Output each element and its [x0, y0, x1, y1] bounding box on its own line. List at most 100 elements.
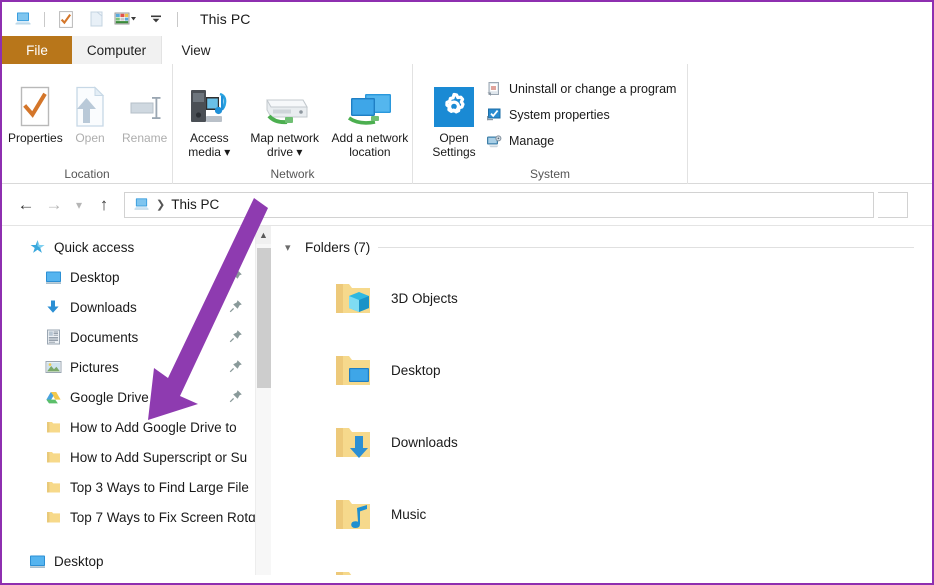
map-network-drive-icon [257, 76, 313, 128]
chevron-down-icon[interactable]: ▾ [285, 241, 297, 254]
folders-grid: 3D Objects Desktop [285, 262, 932, 575]
desktop-icon [44, 268, 62, 286]
ribbon-button-map-network-drive-label2: drive ▾ [267, 146, 302, 160]
forward-arrow-icon[interactable]: → [40, 191, 68, 219]
sidebar-item-label: Documents [70, 330, 138, 345]
this-pc-icon[interactable] [10, 7, 36, 31]
ribbon-tabstrip: File Computer View [2, 36, 932, 64]
ribbon-button-open-label: Open [75, 132, 104, 146]
ribbon-group-empty [687, 64, 932, 184]
sidebar-item-desktop[interactable]: Desktop [2, 262, 255, 292]
ribbon-button-open-settings[interactable]: Open Settings [423, 72, 485, 160]
sidebar-item-documents[interactable]: Documents [2, 322, 255, 352]
tile-3d-objects[interactable]: 3D Objects [285, 262, 615, 334]
sidebar-item-quick-access[interactable]: Quick access [2, 232, 255, 262]
tile-label: Desktop [391, 363, 441, 378]
sidebar-item-folder-2[interactable]: How to Add Superscript or Su [2, 442, 255, 472]
ribbon-item-manage[interactable]: Manage [485, 128, 682, 154]
ribbon-button-properties[interactable]: Properties [8, 72, 63, 146]
ribbon-button-access-media[interactable]: Access media ▾ [177, 72, 242, 160]
ribbon-button-add-network-location[interactable]: Add a network location [328, 72, 412, 160]
desktop-icon [28, 552, 46, 570]
tab-view[interactable]: View [162, 36, 230, 64]
sidebar-item-pictures[interactable]: Pictures [2, 352, 255, 382]
sidebar-item-label: Google Drive [70, 390, 149, 405]
ribbon-button-rename[interactable]: Rename [117, 72, 172, 146]
ribbon-button-add-network-location-label2: location [349, 146, 390, 160]
sidebar-item-folder-1[interactable]: How to Add Google Drive to [2, 412, 255, 442]
folder-videos-icon [329, 562, 377, 575]
properties-icon[interactable] [53, 7, 79, 31]
folder-icon [44, 478, 62, 496]
pin-icon[interactable] [229, 299, 243, 313]
sidebar-item-label: Top 3 Ways to Find Large File [70, 480, 249, 495]
window-title: This PC [200, 11, 251, 27]
pin-icon[interactable] [229, 269, 243, 283]
ribbon-group-system: Open Settings Uninstall [412, 64, 687, 184]
ribbon-button-access-media-label2: media ▾ [188, 146, 230, 160]
ribbon-button-map-network-drive[interactable]: Map network drive ▾ [242, 72, 328, 160]
ribbon-group-location: Properties Open [2, 64, 172, 184]
this-pc-icon [133, 197, 150, 212]
breadcrumb-separator-icon[interactable]: ❯ [156, 198, 165, 211]
scrollbar-thumb[interactable] [257, 248, 271, 388]
scroll-up-icon[interactable]: ▲ [256, 226, 271, 244]
customize-quick-access-icon[interactable] [113, 7, 139, 31]
tab-computer[interactable]: Computer [72, 36, 162, 64]
folder-music-icon [329, 490, 377, 538]
ribbon-button-open[interactable]: Open [63, 72, 118, 146]
manage-icon [485, 132, 503, 150]
ribbon-group-system-caption: System [413, 164, 687, 184]
folder-icon [44, 508, 62, 526]
folder-desktop-icon [329, 346, 377, 394]
file-explorer-window: This PC File Computer View Properties [0, 0, 934, 585]
explorer-body: Quick access Desktop [2, 226, 932, 575]
navigation-pane-scrollbar[interactable]: ▲ [255, 226, 271, 575]
tile-music[interactable]: Music [285, 478, 615, 550]
sidebar-item-folder-4[interactable]: Top 7 Ways to Fix Screen Rotɑ [2, 502, 255, 532]
ribbon-group-network: Access media ▾ Map netwo [172, 64, 412, 184]
tile-videos[interactable]: Videos [285, 550, 615, 575]
ribbon-button-access-media-label1: Access [190, 132, 229, 146]
tabstrip-spacer [230, 36, 932, 64]
search-input[interactable] [878, 192, 908, 218]
sidebar-item-label: Desktop [54, 554, 104, 569]
ribbon-item-system-properties[interactable]: System properties [485, 102, 682, 128]
folder-icon [44, 418, 62, 436]
access-media-icon [187, 76, 231, 128]
rename-large-icon [126, 76, 164, 128]
recent-locations-icon[interactable]: ▾ [68, 191, 90, 219]
breadcrumb-current: This PC [171, 197, 219, 212]
navigation-pane: Quick access Desktop [2, 226, 255, 575]
back-arrow-icon[interactable]: ← [12, 191, 40, 219]
tile-downloads[interactable]: Downloads [285, 406, 615, 478]
ribbon-item-uninstall-program[interactable]: Uninstall or change a program [485, 76, 682, 102]
group-rule [378, 247, 914, 248]
folder-downloads-icon [329, 418, 377, 466]
ribbon-options-icon[interactable] [143, 7, 169, 31]
sidebar-item-folder-3[interactable]: Top 3 Ways to Find Large File [2, 472, 255, 502]
tab-file[interactable]: File [2, 36, 72, 64]
address-bar: ← → ▾ ↑ ❯ This PC [2, 184, 932, 226]
breadcrumb[interactable]: ❯ This PC [124, 192, 874, 218]
ribbon-button-open-settings-label2: Settings [432, 146, 475, 160]
up-arrow-icon[interactable]: ↑ [90, 191, 118, 219]
quick-access-star-icon [28, 238, 46, 256]
google-drive-icon [44, 388, 62, 406]
pin-icon[interactable] [229, 329, 243, 343]
pin-icon[interactable] [229, 389, 243, 403]
new-folder-icon[interactable] [83, 7, 109, 31]
sidebar-item-label: How to Add Google Drive to [70, 420, 237, 435]
sidebar-item-label: Top 7 Ways to Fix Screen Rotɑ [70, 510, 255, 525]
sidebar-item-desktop-root[interactable]: Desktop [2, 546, 255, 575]
sidebar-item-downloads[interactable]: Downloads [2, 292, 255, 322]
group-header-folders[interactable]: ▾ Folders (7) [285, 232, 932, 262]
properties-large-icon [18, 76, 52, 128]
sidebar-item-google-drive[interactable]: Google Drive [2, 382, 255, 412]
pin-icon[interactable] [229, 359, 243, 373]
tile-desktop[interactable]: Desktop [285, 334, 615, 406]
sidebar-item-label: Downloads [70, 300, 137, 315]
ribbon-button-rename-label: Rename [122, 132, 167, 146]
ribbon-group-location-caption: Location [2, 164, 172, 184]
sidebar-item-label: Desktop [70, 270, 120, 285]
